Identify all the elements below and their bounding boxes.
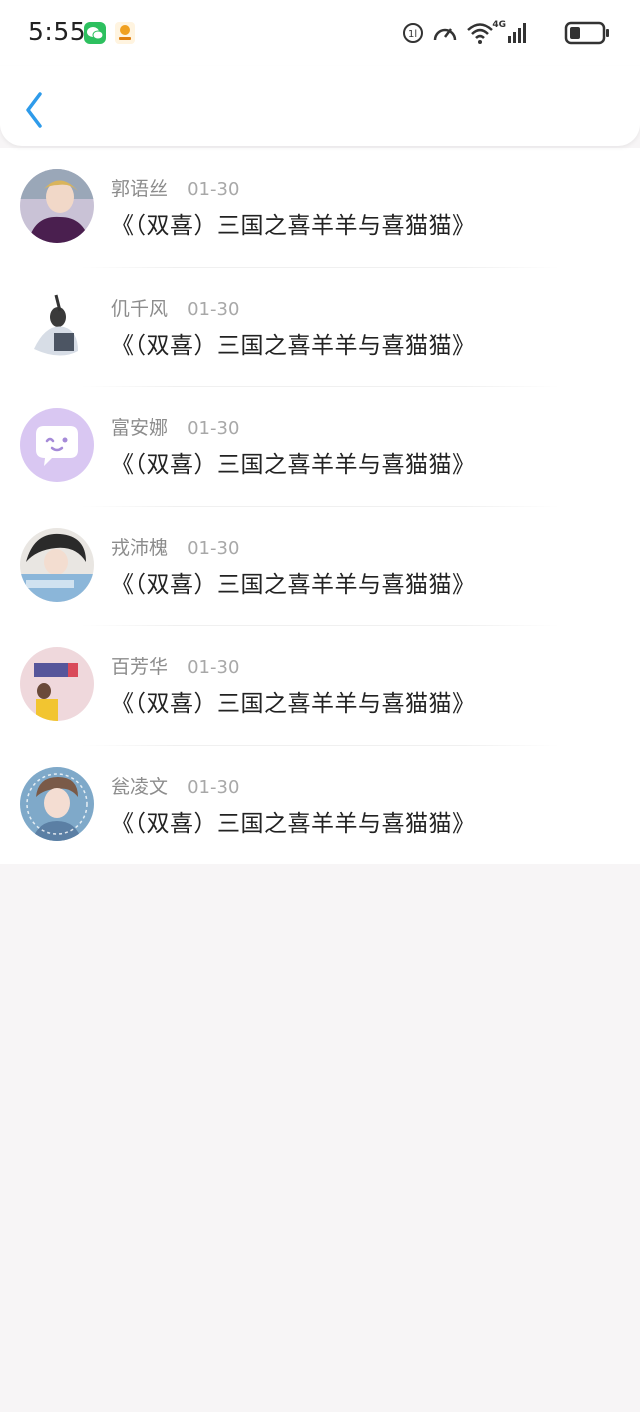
avatar	[20, 527, 94, 602]
list-item[interactable]: 百芳华 01-30 《（双喜）三国之喜羊羊与喜猫猫》	[0, 626, 640, 746]
message-date: 01-30	[187, 179, 240, 200]
battery-icon	[564, 18, 610, 52]
sender-name: 戎沛槐	[111, 536, 169, 559]
wifi-icon	[466, 18, 494, 52]
back-button[interactable]	[18, 88, 54, 132]
top-app-bar	[0, 66, 640, 146]
avatar	[20, 169, 94, 243]
chevron-left-icon	[26, 92, 42, 128]
sender-name: 郭语丝	[111, 178, 169, 200]
message-date: 01-30	[187, 657, 240, 678]
list-item[interactable]: 郭语丝 01-30 《（双喜）三国之喜羊羊与喜猫猫》	[0, 148, 640, 268]
message-date: 01-30	[187, 298, 240, 320]
message-preview: 《（双喜）三国之喜羊羊与喜猫猫》	[111, 213, 476, 239]
message-date: 01-30	[187, 418, 240, 439]
list-item[interactable]: 戎沛槐 01-30 《（双喜）三国之喜羊羊与喜猫猫》	[0, 507, 640, 626]
message-preview: 《（双喜）三国之喜羊羊与喜猫猫》	[111, 571, 476, 598]
message-preview: 《（双喜）三国之喜羊羊与喜猫猫》	[111, 691, 476, 717]
list-item[interactable]: 富安娜 01-30 《（双喜）三国之喜羊羊与喜猫猫》	[0, 387, 640, 507]
message-preview: 《（双喜）三国之喜羊羊与喜猫猫》	[111, 810, 476, 837]
app-notification-icon	[114, 21, 136, 45]
sender-name: 百芳华	[111, 656, 169, 678]
avatar	[20, 408, 94, 482]
avatar	[20, 288, 94, 363]
network-type-label: 4G	[492, 20, 506, 30]
sender-name: 仉千风	[111, 297, 169, 320]
message-list: 郭语丝 01-30 《（双喜）三国之喜羊羊与喜猫猫》 仉千风 01-30 《（双…	[0, 148, 640, 864]
svg-text:1l: 1l	[408, 29, 417, 40]
list-item[interactable]: 瓮凌文 01-30 《（双喜）三国之喜羊羊与喜猫猫》	[0, 746, 640, 866]
message-date: 01-30	[187, 776, 240, 798]
avatar	[20, 766, 94, 841]
status-bar: 5:55 1l 4G	[0, 0, 640, 66]
sender-name: 瓮凌文	[111, 775, 169, 798]
avatar	[20, 647, 94, 721]
list-item[interactable]: 仉千风 01-30 《（双喜）三国之喜羊羊与喜猫猫》	[0, 268, 640, 387]
sender-name: 富安娜	[111, 417, 169, 439]
wechat-icon	[84, 22, 106, 44]
speed-icon	[432, 18, 458, 52]
message-preview: 《（双喜）三国之喜羊羊与喜猫猫》	[111, 332, 476, 359]
message-preview: 《（双喜）三国之喜羊羊与喜猫猫》	[111, 452, 476, 478]
hd-call-icon: 1l	[402, 18, 424, 52]
message-date: 01-30	[187, 537, 240, 559]
status-time: 5:55	[28, 17, 87, 46]
